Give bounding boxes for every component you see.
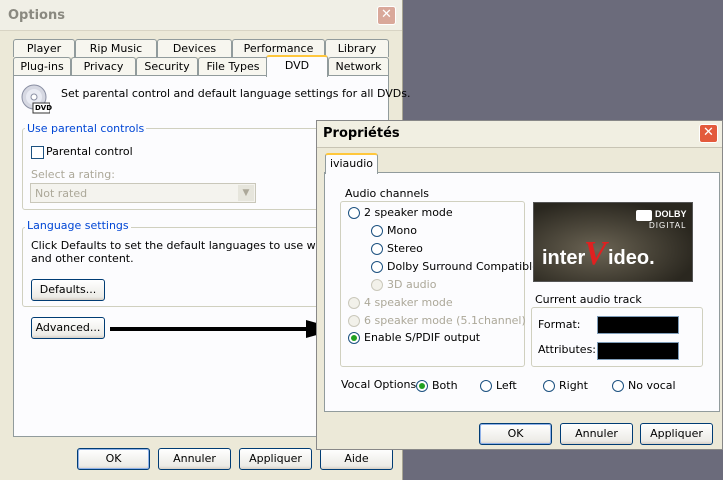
radio-mono[interactable]	[371, 225, 383, 237]
properties-close-icon[interactable]: ✕	[699, 124, 718, 143]
label-vocal-both: Both	[432, 379, 458, 392]
intervideo-dolby-logo: DOLBY DIGITAL inter V ideo.	[533, 202, 693, 282]
parental-group-title: Use parental controls	[25, 122, 147, 135]
options-cancel-button[interactable]: Annuler	[158, 448, 231, 470]
audio-channels-title: Audio channels	[345, 187, 430, 200]
radio-stereo[interactable]	[371, 243, 383, 255]
vocal-options-label: Vocal Options:	[341, 378, 420, 391]
advanced-button[interactable]: Advanced...	[31, 317, 105, 339]
tab-library[interactable]: Library	[325, 39, 389, 57]
arrow-annotation	[110, 320, 338, 338]
tab-network[interactable]: Network	[328, 57, 389, 75]
language-line1: Click Defaults to set the default langua…	[31, 239, 364, 252]
options-help-button[interactable]: Aide	[320, 448, 393, 470]
properties-ok-button[interactable]: OK	[479, 423, 552, 445]
radio-dolby-surround[interactable]	[371, 261, 383, 273]
options-close-icon[interactable]: ✕	[377, 6, 396, 25]
label-stereo: Stereo	[387, 242, 423, 255]
radio-vocal-right[interactable]	[543, 380, 555, 392]
rating-select[interactable]: Not rated ▼	[30, 183, 256, 203]
properties-title: Propriétés	[323, 126, 400, 141]
options-ok-button[interactable]: OK	[77, 448, 150, 470]
properties-dialog: Propriétés ✕ iviaudio Audio channels 2 s…	[316, 120, 723, 450]
properties-cancel-button[interactable]: Annuler	[560, 423, 633, 445]
radio-vocal-left[interactable]	[480, 380, 492, 392]
tab-dvd[interactable]: DVD	[266, 55, 328, 77]
label-4-speaker: 4 speaker mode	[364, 296, 453, 309]
radio-6-speaker[interactable]	[348, 315, 360, 327]
options-apply-button[interactable]: Appliquer	[239, 448, 312, 470]
format-field	[597, 316, 679, 334]
label-3d-audio: 3D audio	[387, 278, 437, 291]
tab-security[interactable]: Security	[136, 57, 198, 75]
format-label: Format:	[538, 318, 581, 331]
label-vocal-right: Right	[559, 379, 588, 392]
label-mono: Mono	[387, 224, 417, 237]
tab-file-types[interactable]: File Types	[198, 57, 268, 75]
properties-apply-button[interactable]: Appliquer	[640, 423, 713, 445]
radio-spdif[interactable]	[348, 332, 360, 344]
radio-3d-audio[interactable]	[371, 279, 383, 291]
radio-vocal-both[interactable]	[416, 380, 428, 392]
chevron-down-icon: ▼	[238, 185, 254, 201]
language-line2: and other content.	[31, 252, 134, 265]
label-6-speaker: 6 speaker mode (5.1channel)	[364, 314, 526, 327]
label-vocal-none: No vocal	[628, 379, 676, 392]
properties-titlebar[interactable]: Propriétés ✕	[317, 121, 722, 148]
label-dolby-surround: Dolby Surround Compatible	[387, 260, 539, 273]
radio-vocal-none[interactable]	[612, 380, 624, 392]
tab-player[interactable]: Player	[13, 39, 75, 57]
defaults-button[interactable]: Defaults...	[31, 279, 105, 301]
current-track-title: Current audio track	[535, 293, 642, 306]
parental-control-label: Parental control	[46, 145, 133, 158]
label-2-speaker: 2 speaker mode	[364, 206, 453, 219]
tab-devices[interactable]: Devices	[157, 39, 232, 57]
rating-label: Select a rating:	[31, 168, 115, 181]
tab-plug-ins[interactable]: Plug-ins	[13, 57, 71, 75]
tab-rip-music[interactable]: Rip Music	[75, 39, 157, 57]
options-title: Options	[8, 8, 65, 23]
options-titlebar[interactable]: Options ✕	[0, 0, 402, 31]
tab-privacy[interactable]: Privacy	[71, 57, 136, 75]
radio-4-speaker[interactable]	[348, 297, 360, 309]
language-group-title: Language settings	[25, 219, 131, 232]
radio-2-speaker[interactable]	[348, 207, 360, 219]
parental-control-checkbox[interactable]	[31, 146, 44, 159]
attributes-label: Attributes:	[538, 343, 597, 356]
dolby-logo-icon	[636, 210, 652, 221]
attributes-field	[597, 342, 679, 360]
label-vocal-left: Left	[496, 379, 517, 392]
dvd-disc-icon: DVD	[20, 84, 52, 114]
dvd-description: Set parental control and default languag…	[61, 87, 411, 100]
label-spdif: Enable S/PDIF output	[364, 331, 481, 344]
tab-iviaudio[interactable]: iviaudio	[325, 153, 378, 174]
